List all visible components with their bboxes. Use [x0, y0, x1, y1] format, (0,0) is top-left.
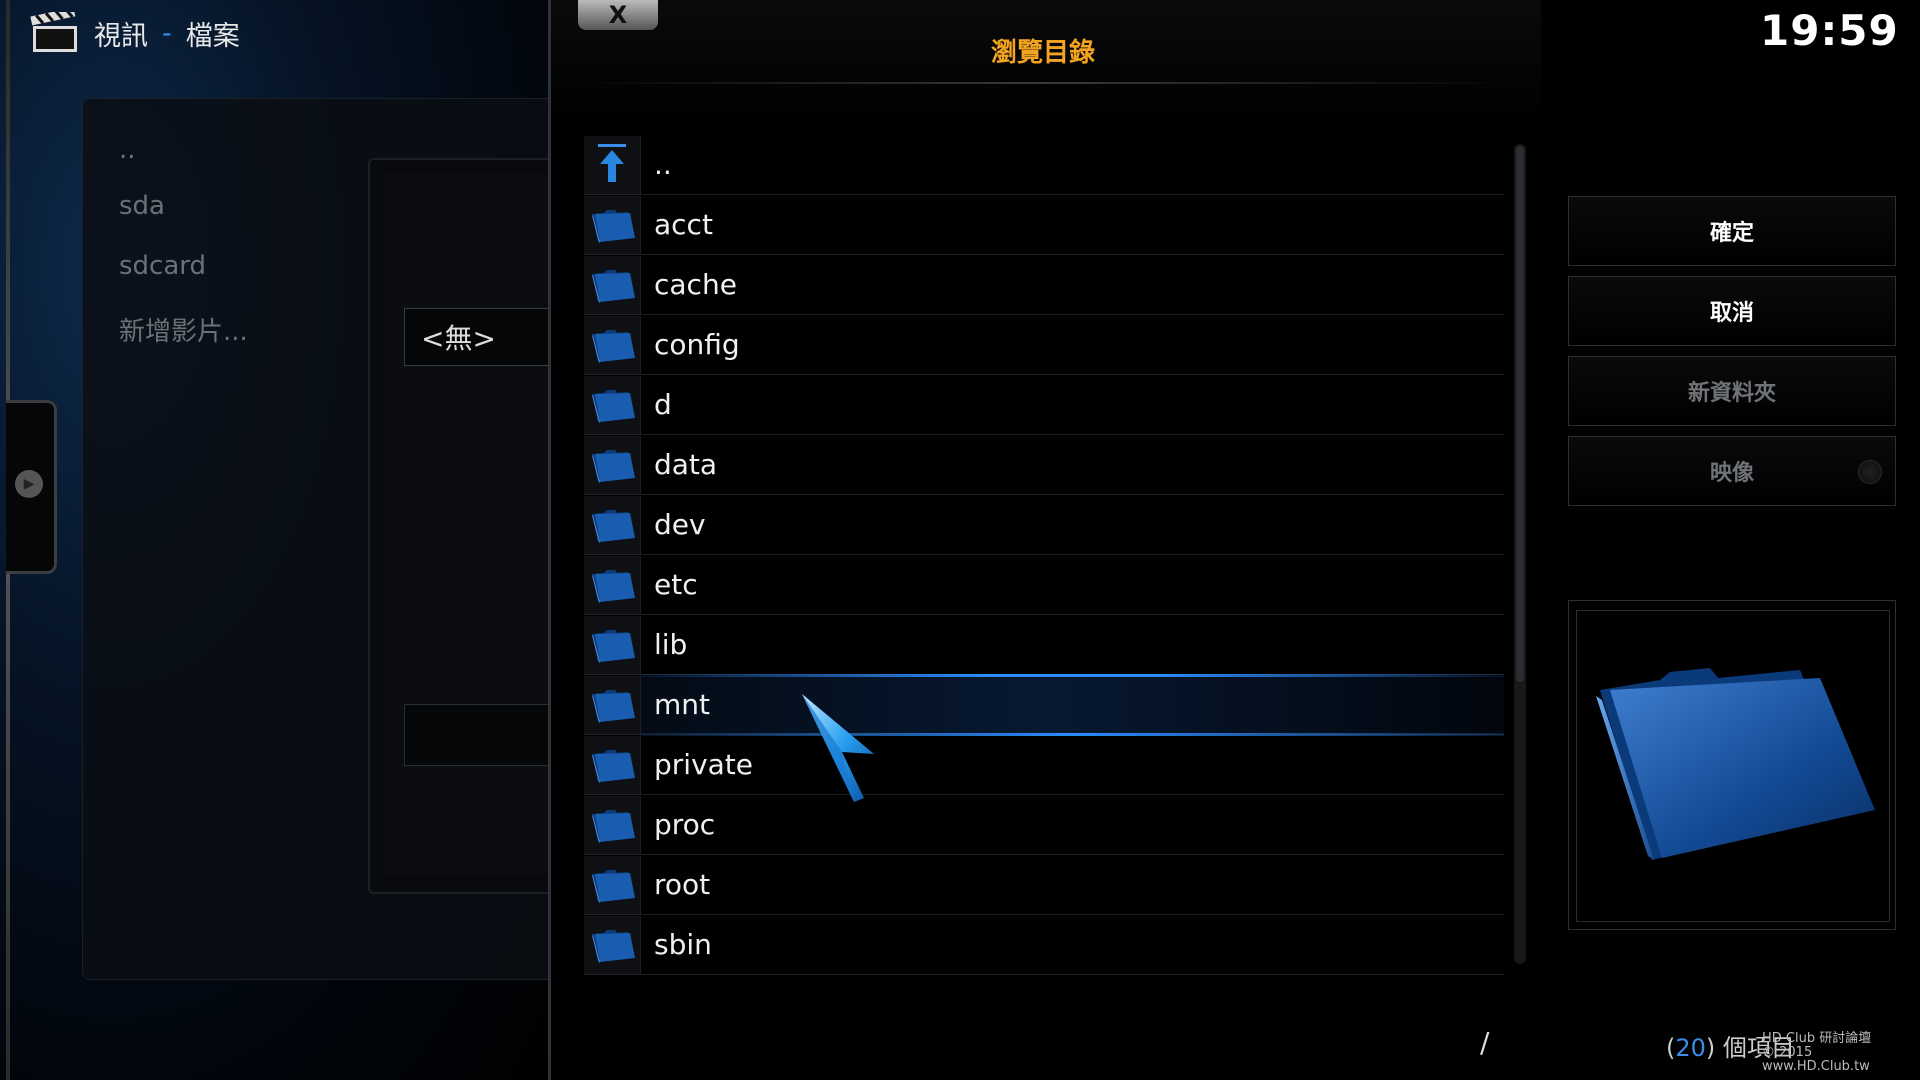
- clapperboard-icon: [30, 12, 77, 52]
- row-icon-cell: [584, 856, 641, 914]
- watermark-line2: © 2015 www.HD.Club.tw: [1762, 1045, 1870, 1074]
- toggle-indicator-icon: [1858, 460, 1882, 484]
- directory-row-d[interactable]: d: [584, 376, 1504, 435]
- item-count-number: 20: [1675, 1034, 1706, 1062]
- folder-icon: [592, 930, 635, 963]
- directory-row-label: proc: [654, 808, 716, 841]
- directory-row-mnt[interactable]: mnt: [584, 674, 1504, 736]
- cancel-button[interactable]: 取消: [1568, 276, 1896, 346]
- header-separator: -: [162, 17, 172, 49]
- directory-row-data[interactable]: data: [584, 436, 1504, 495]
- row-icon-cell: [584, 916, 641, 974]
- left-item-parent[interactable]: ..: [119, 135, 136, 165]
- directory-row-label: lib: [654, 628, 688, 661]
- directory-row-config[interactable]: config: [584, 316, 1504, 375]
- directory-row-label: d: [654, 388, 672, 421]
- left-item-sdcard[interactable]: sdcard: [119, 251, 206, 281]
- source-path-field[interactable]: <無>: [404, 308, 564, 366]
- folder-icon: [592, 750, 635, 783]
- directory-row-dev[interactable]: dev: [584, 496, 1504, 555]
- folder-icon: [592, 210, 635, 243]
- row-icon-cell: [584, 616, 641, 674]
- folder-icon: [592, 690, 635, 723]
- row-icon-cell: [584, 136, 641, 194]
- folder-icon: [592, 570, 635, 603]
- row-icon-cell: [584, 436, 641, 494]
- row-icon-cell: [584, 676, 641, 734]
- title-divider: [575, 82, 1515, 84]
- row-icon-cell: [584, 316, 641, 374]
- directory-row-root[interactable]: root: [584, 856, 1504, 915]
- folder-preview-icon: [1596, 668, 1875, 860]
- watermark: HD Club 研討論壇 © 2015 www.HD.Club.tw: [1762, 1032, 1920, 1074]
- directory-row-label: private: [654, 748, 753, 781]
- row-icon-cell: [584, 376, 641, 434]
- header-section: 視訊: [94, 20, 148, 52]
- mirror-toggle[interactable]: 映像: [1568, 436, 1896, 506]
- play-icon[interactable]: ▶: [15, 470, 43, 498]
- add-source-dialog-body: [384, 174, 564, 874]
- new-folder-button[interactable]: 新資料夾: [1568, 356, 1896, 426]
- row-icon-cell: [584, 196, 641, 254]
- parent-folder-up-icon: [598, 144, 626, 182]
- directory-row-label: mnt: [654, 688, 710, 721]
- folder-icon: [592, 870, 635, 903]
- directory-row-acct[interactable]: acct: [584, 196, 1504, 255]
- folder-icon: [592, 510, 635, 543]
- left-item-sda[interactable]: sda: [119, 191, 165, 221]
- folder-icon: [592, 810, 635, 843]
- directory-row-label: sbin: [654, 928, 712, 961]
- close-button[interactable]: X: [578, 0, 658, 30]
- directory-row-cache[interactable]: cache: [584, 256, 1504, 315]
- directory-row-label: data: [654, 448, 718, 481]
- directory-row-label: acct: [654, 208, 713, 241]
- directory-row-sbin[interactable]: sbin: [584, 916, 1504, 975]
- row-icon-cell: [584, 796, 641, 854]
- folder-icon: [592, 630, 635, 663]
- directory-row-lib[interactable]: lib: [584, 616, 1504, 675]
- directory-row-label: config: [654, 328, 740, 361]
- folder-icon: [592, 450, 635, 483]
- row-icon-cell: [584, 496, 641, 554]
- item-count-open: (: [1666, 1034, 1676, 1062]
- directory-row-label: ..: [654, 148, 672, 181]
- row-icon-cell: [584, 736, 641, 794]
- clock: 19:59: [1760, 6, 1899, 55]
- folder-icon: [592, 270, 635, 303]
- current-path: /: [1480, 1026, 1490, 1059]
- directory-row-parent[interactable]: ..: [584, 136, 1504, 195]
- folder-icon: [592, 330, 635, 363]
- directory-row-label: root: [654, 868, 711, 901]
- header-page: 檔案: [185, 20, 240, 52]
- header: 視訊 - 檔案: [30, 8, 240, 58]
- directory-row-label: cache: [654, 268, 737, 301]
- directory-row-label: dev: [654, 508, 706, 541]
- left-item-add-video[interactable]: 新增影片...: [119, 311, 248, 348]
- scrollbar-thumb[interactable]: [1516, 146, 1524, 682]
- dialog-title: 瀏覽目錄: [990, 38, 1095, 68]
- source-name-field[interactable]: [404, 704, 566, 766]
- directory-row-label: etc: [654, 568, 698, 601]
- directory-row-private[interactable]: private: [584, 736, 1504, 795]
- directory-row-etc[interactable]: etc: [584, 556, 1504, 615]
- row-icon-cell: [584, 256, 641, 314]
- directory-row-proc[interactable]: proc: [584, 796, 1504, 855]
- watermark-line1: HD Club 研討論壇: [1762, 1031, 1872, 1046]
- row-icon-cell: [584, 556, 641, 614]
- ok-button[interactable]: 確定: [1568, 196, 1896, 266]
- folder-icon: [592, 390, 635, 423]
- mouse-cursor-icon: [802, 694, 874, 802]
